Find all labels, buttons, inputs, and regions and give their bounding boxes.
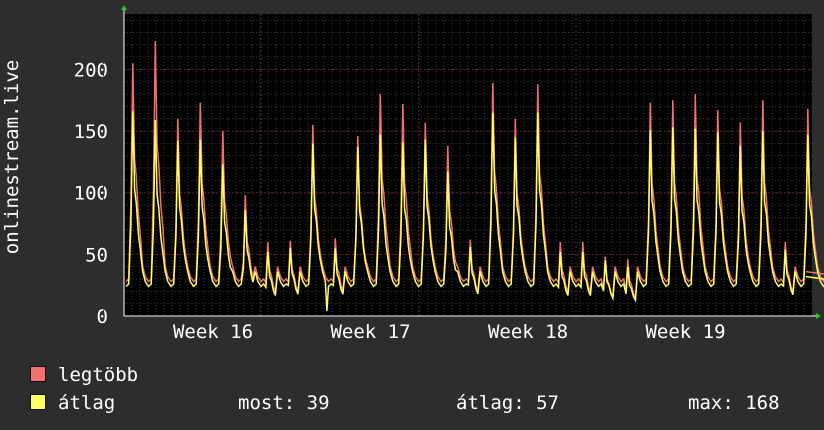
x-tick-label: Week 16 xyxy=(173,321,253,343)
x-tick-label: Week 19 xyxy=(645,321,725,343)
x-tick-label: Week 18 xyxy=(488,321,568,343)
y-tick-label: 50 xyxy=(85,244,108,266)
stat-average: átlag: 57 xyxy=(456,392,559,414)
legend-item-max: legtöbb xyxy=(30,364,138,386)
y-axis-label: onlinestream.live xyxy=(1,60,23,254)
legend-item-avg: átlag xyxy=(30,392,115,414)
y-axis-arrow xyxy=(121,5,127,10)
y-tick-label: 100 xyxy=(74,183,108,205)
y-tick-label: 200 xyxy=(74,59,108,81)
stat-max: max: 168 xyxy=(688,392,780,414)
max-swatch xyxy=(30,366,46,382)
x-axis-arrow xyxy=(816,313,821,319)
legend-max-label: legtöbb xyxy=(58,364,139,386)
avg-swatch xyxy=(30,394,46,410)
stat-now: most: 39 xyxy=(238,392,330,414)
legend-avg-label: átlag xyxy=(58,392,116,414)
x-tick-label: Week 17 xyxy=(330,321,410,343)
y-tick-label: 0 xyxy=(97,306,108,328)
y-tick-label: 150 xyxy=(74,121,108,143)
